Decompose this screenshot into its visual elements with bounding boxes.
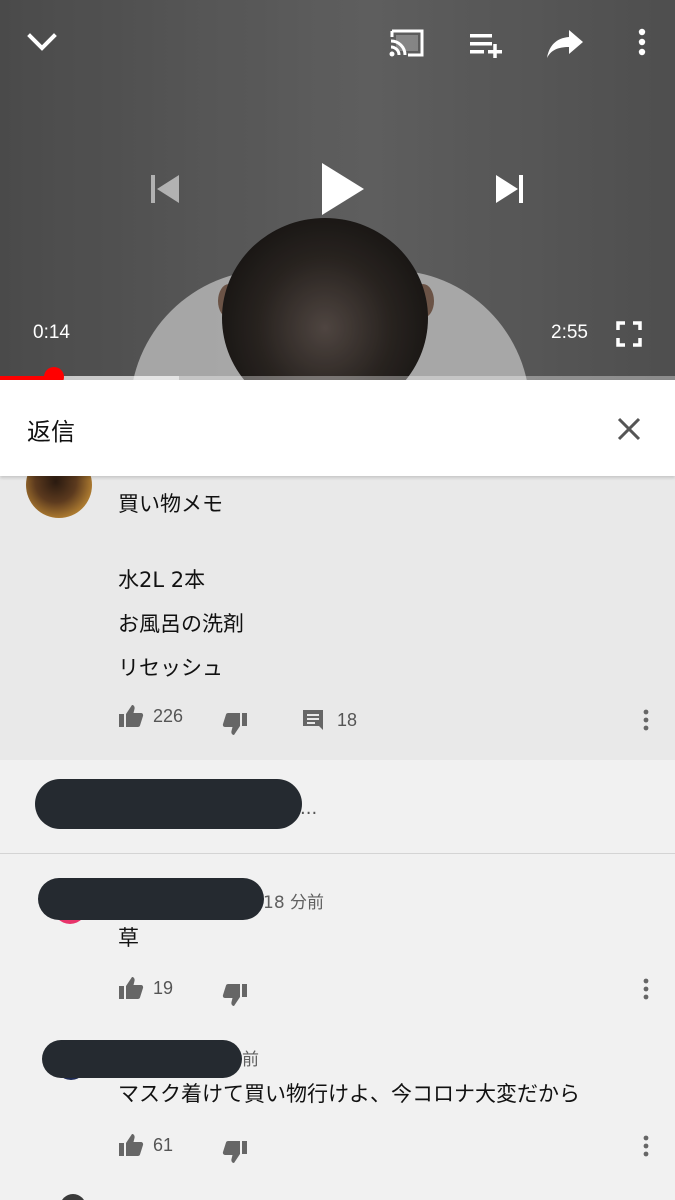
cast-icon[interactable] <box>386 24 428 62</box>
divider <box>0 853 675 854</box>
thumbs-down-icon <box>222 1141 247 1163</box>
redaction-bar <box>42 1040 242 1078</box>
parent-comment: 買い物メモ 水2L 2本 お風呂の洗剤 リセッシュ 226 18 <box>0 452 675 760</box>
comment-icon <box>303 710 323 730</box>
thumbs-up-icon <box>119 977 144 999</box>
close-icon[interactable] <box>609 409 649 449</box>
duration-time: 2:55 <box>551 322 588 343</box>
fullscreen-icon[interactable] <box>613 318 645 350</box>
more-vert-icon[interactable] <box>636 1131 656 1161</box>
comment-text: 草 <box>118 926 139 950</box>
thumbs-up-icon <box>119 1134 144 1156</box>
avatar[interactable] <box>60 1194 86 1200</box>
add-to-playlist-icon[interactable] <box>466 26 506 62</box>
like-count: 19 <box>153 977 174 998</box>
video-player[interactable]: 0:14 2:55 <box>0 0 675 380</box>
comment-timestamp: 前 <box>242 1050 259 1070</box>
more-vert-icon[interactable] <box>636 705 656 735</box>
comment-text-line: 買い物メモ <box>118 492 223 516</box>
comment-timestamp: 18 分前 <box>263 893 325 913</box>
redaction-bar <box>35 779 302 829</box>
like-button[interactable]: 19 <box>118 976 173 1000</box>
dislike-button[interactable] <box>222 983 248 1007</box>
like-button[interactable]: 61 <box>118 1133 173 1157</box>
thumbs-down-icon <box>222 713 247 735</box>
reply-panel-header: 返信 <box>0 380 675 476</box>
comment-text-line: お風呂の洗剤 <box>118 612 244 636</box>
chevron-down-icon[interactable] <box>22 22 62 62</box>
dislike-button[interactable] <box>222 1140 248 1164</box>
reply-count-button[interactable]: 18 <box>301 708 357 732</box>
current-time: 0:14 <box>33 322 70 343</box>
more-vert-icon[interactable] <box>636 974 656 1004</box>
play-icon[interactable] <box>312 158 372 220</box>
reply-count: 18 <box>337 709 358 730</box>
like-count: 61 <box>153 1134 174 1155</box>
more-replies-ellipsis[interactable]: ... <box>300 798 317 819</box>
dislike-button[interactable] <box>222 712 248 736</box>
more-vert-icon[interactable] <box>630 24 654 60</box>
skip-previous-icon[interactable] <box>144 168 184 210</box>
thumbs-up-icon <box>119 705 144 727</box>
like-button[interactable]: 226 <box>118 704 183 728</box>
comment-text: マスク着けて買い物行けよ、今コロナ大変だから <box>118 1082 580 1106</box>
comment-text-line: 水2L 2本 <box>118 568 206 592</box>
reply-panel-title: 返信 <box>27 418 75 446</box>
share-icon[interactable] <box>544 24 586 64</box>
redaction-bar <box>38 878 264 920</box>
thumbs-down-icon <box>222 984 247 1006</box>
like-count: 226 <box>153 705 184 726</box>
skip-next-icon[interactable] <box>490 168 530 210</box>
comment-text-line: リセッシュ <box>118 656 223 680</box>
